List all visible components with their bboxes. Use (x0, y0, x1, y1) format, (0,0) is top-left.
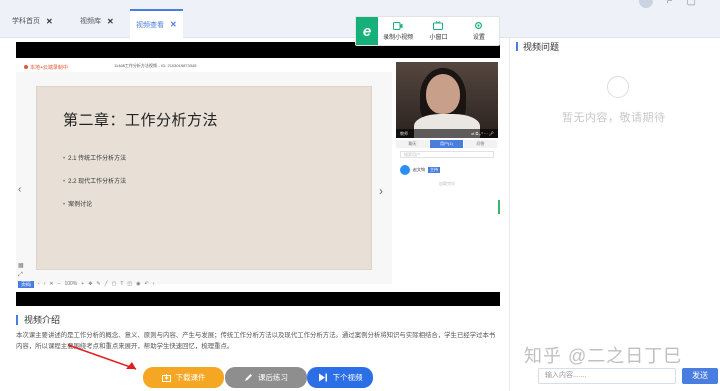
close-icon[interactable]: ✕ (107, 17, 114, 26)
gear-icon (475, 22, 483, 29)
color-icon[interactable]: ◉ (136, 281, 140, 287)
delete-icon[interactable]: ✕ (49, 281, 53, 287)
next-video-button[interactable]: 下个视频 (307, 367, 373, 388)
annotation-arrow-icon (67, 344, 137, 370)
slide-bullet: 2.1 传统工作分析方法 (63, 153, 126, 162)
tab-qa[interactable]: 问答 (464, 140, 497, 148)
tab-label: 学科首页 (12, 18, 40, 25)
record-video-button[interactable]: 录制小视频 (378, 21, 418, 41)
chat-tabs: 聊天 用户(1) 问答 (396, 140, 498, 148)
cam-control-icons[interactable]: ⇄ ⧉ ⤢ ⋯ 🎤︎ (471, 131, 494, 136)
user-row[interactable]: 赵文钩 主持 (396, 161, 498, 179)
empty-state-icon (607, 76, 629, 98)
next-page-icon[interactable]: › (44, 281, 46, 287)
chat-panel: 聊天 用户(1) 问答 搜索用户 赵文钩 主持 加载完毕 (396, 140, 498, 290)
line-icon[interactable]: ╱ (105, 281, 108, 287)
app-logo: e (356, 17, 378, 45)
user-name: 赵文钩 (413, 167, 425, 172)
settings-label: 设置 (472, 35, 485, 41)
page-tag[interactable]: 页码 (18, 280, 35, 288)
window-icon[interactable]: ▢ (687, 0, 696, 7)
slide-bullet: 2.2 现代工作分析方法 (63, 176, 126, 185)
exercise-label: 课后练习 (258, 373, 288, 382)
tab-video-view[interactable]: 视频查看 ✕ (130, 9, 183, 38)
tab-subject-home[interactable]: 学科首页 ✕ (12, 12, 53, 30)
slide: 第二章：工作分析方法 2.1 传统工作分析方法 2.2 现代工作分析方法 案例讨… (36, 86, 372, 270)
after-class-exercise-button[interactable]: 课后练习 (225, 367, 307, 388)
question-input[interactable]: 输入内容....... (538, 368, 676, 384)
record-video-label: 录制小视频 (383, 34, 414, 41)
avatar (400, 165, 410, 175)
webcam-controls: 教师 ⇄ ⧉ ⤢ ⋯ 🎤︎ (396, 129, 498, 138)
prev-page-icon[interactable]: ‹ (38, 281, 40, 287)
tab-video-library[interactable]: 视频库 ✕ (80, 12, 114, 30)
cam-name: 教师 (400, 130, 408, 136)
scrollbar[interactable] (498, 200, 500, 214)
next-label: 下个视频 (332, 373, 363, 382)
slide-bullet: 案例讨论 (63, 199, 92, 208)
tab-label: 视频库 (80, 18, 101, 25)
user-search-input[interactable]: 搜索用户 (400, 151, 494, 158)
download-icon (161, 373, 171, 382)
avatar[interactable] (638, 0, 653, 8)
grid-icon[interactable]: ▦ (18, 262, 24, 269)
title-accent-bar (516, 42, 518, 51)
tab-chat[interactable]: 聊天 (396, 140, 429, 148)
pen-icon[interactable]: ✎ (96, 281, 100, 287)
send-button[interactable]: 发送 (682, 368, 718, 384)
video-intro-title: 视频介绍 (16, 313, 60, 326)
settings-button[interactable]: 设置 (459, 21, 499, 41)
host-badge: 主持 (428, 167, 440, 173)
download-label: 下载课件 (175, 373, 206, 382)
zoom-level: 100% (64, 281, 78, 287)
next-icon (318, 373, 327, 382)
mini-window-button[interactable]: 小窗口 (418, 21, 458, 41)
collapse-icon[interactable]: ‹ (153, 281, 155, 287)
text-icon[interactable]: T (120, 281, 123, 287)
tv-icon (433, 21, 444, 30)
minimize-icon[interactable]: ⌐ (667, 0, 673, 7)
tab-label: 视频查看 (136, 21, 164, 29)
eraser-icon[interactable]: ◫ (127, 281, 132, 287)
player-toolbar: e 录制小视频 小窗口 设置 (355, 16, 500, 46)
top-right-controls: ⌐ ▢ (638, 0, 696, 8)
video-camera-icon (393, 21, 403, 30)
loaded-text: 加载完毕 (439, 181, 455, 186)
divider (509, 38, 510, 391)
teacher-face (426, 74, 460, 114)
video-questions-title: 视频问题 (516, 40, 559, 53)
mini-window-label: 小窗口 (429, 35, 448, 41)
download-courseware-button[interactable]: 下载课件 (143, 367, 224, 388)
next-slide-icon[interactable]: › (379, 184, 383, 198)
watermark: 知乎 @二之日丁巳 (524, 346, 683, 366)
pencil-icon (245, 374, 252, 381)
slide-title: 第二章：工作分析方法 (63, 112, 219, 129)
close-icon[interactable]: ✕ (46, 17, 53, 26)
rect-icon[interactable]: ▢ (112, 281, 117, 287)
record-dot-icon (24, 65, 28, 69)
undo-icon[interactable]: ↶ (145, 281, 149, 287)
slide-area: 第二章：工作分析方法 2.1 传统工作分析方法 2.2 现代工作分析方法 案例讨… (16, 72, 392, 284)
title-accent-bar (16, 314, 18, 325)
prev-slide-icon[interactable]: ‹ (18, 184, 21, 195)
teacher-webcam: 教师 ⇄ ⧉ ⤢ ⋯ 🎤︎ (396, 62, 498, 138)
room-info: 1146$工作分析方法视频... ID: 2103019873345 (114, 63, 197, 68)
zoom-out-icon[interactable]: − (58, 281, 61, 287)
pointer-icon[interactable]: ✥ (88, 281, 92, 287)
recording-status: 本地+云端录制中 (24, 64, 68, 71)
tab-users[interactable]: 用户(1) (430, 140, 463, 148)
close-icon[interactable]: ✕ (170, 20, 177, 29)
zoom-in-icon[interactable]: + (81, 281, 84, 287)
whiteboard-toolbar: 页码 ‹ › ✕ − 100% + ✥ ✎ ╱ ▢ T ◫ ◉ ↶ ‹ (16, 278, 392, 290)
empty-state-text: 暂无内容，敬请期待 (562, 112, 666, 124)
